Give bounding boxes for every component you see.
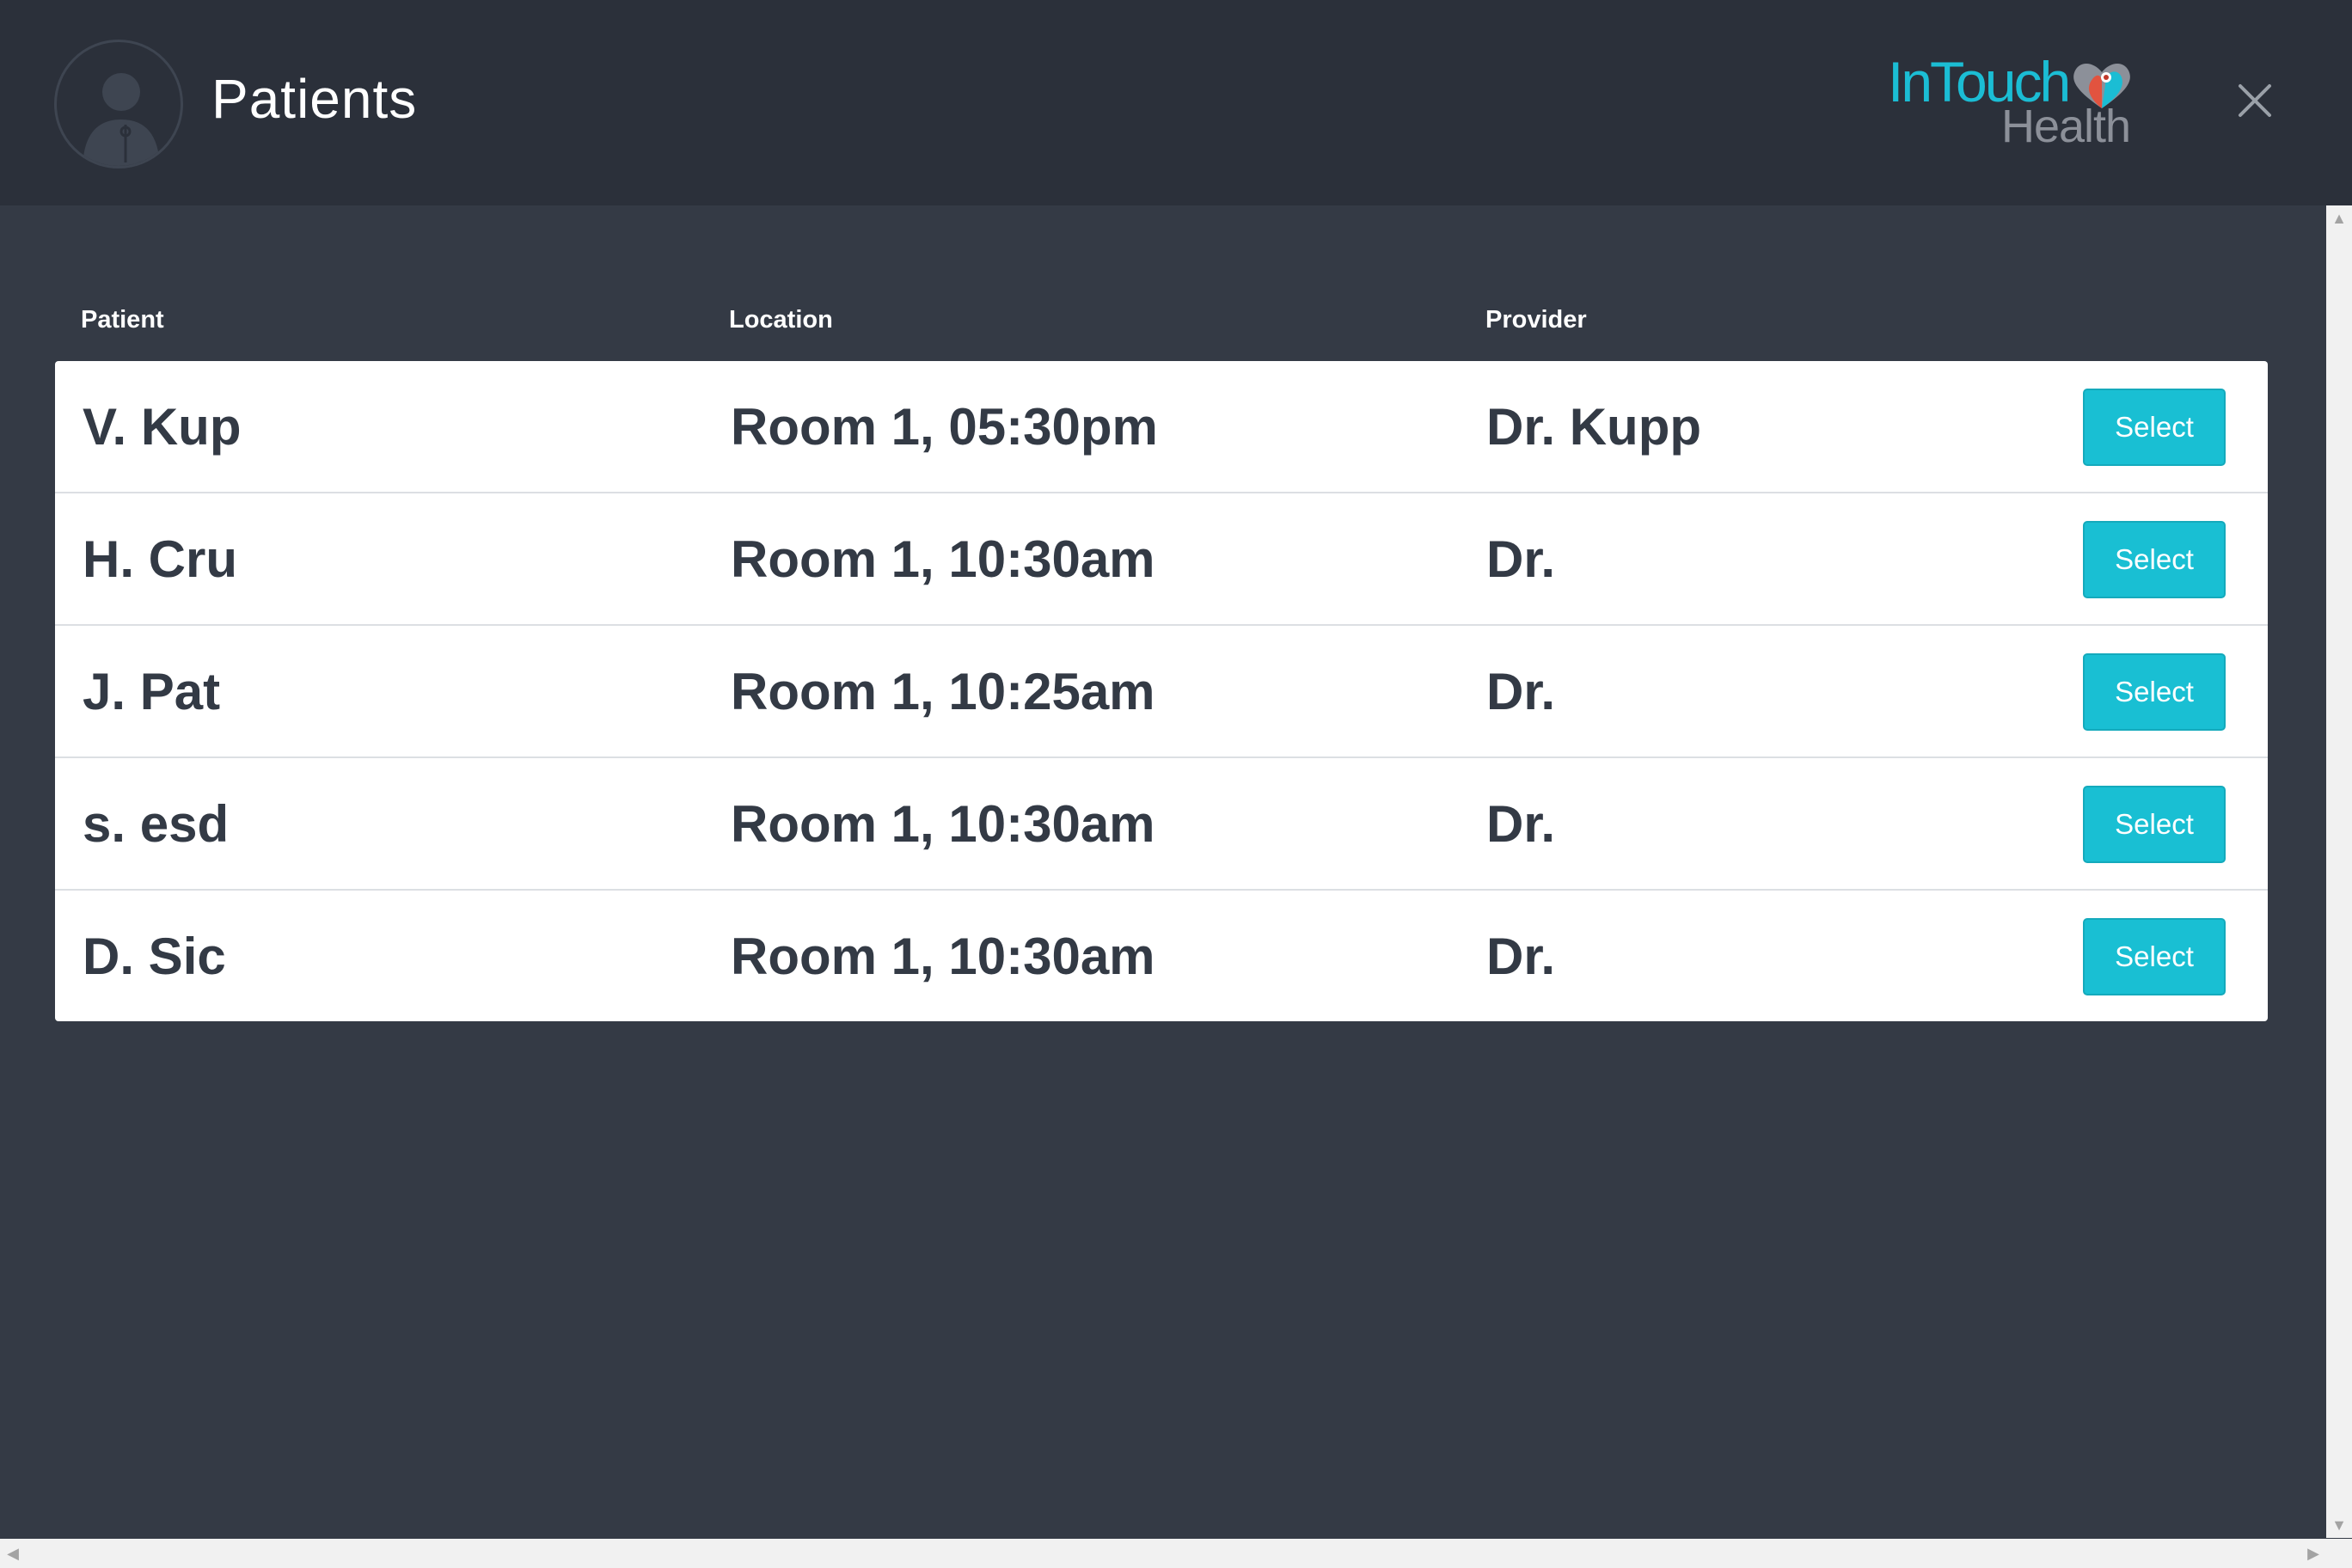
scroll-left-icon[interactable]: ◀ [0,1539,26,1568]
scroll-up-icon[interactable]: ▲ [2326,205,2352,231]
page-title: Patients [211,68,418,130]
select-button[interactable]: Select [2083,786,2226,863]
table-row: D. Sic Room 1, 10:30am Dr. Select [55,891,2268,1021]
patient-location: Room 1, 05:30pm [731,398,1158,456]
select-button[interactable]: Select [2083,653,2226,731]
column-header-provider: Provider [1485,306,1587,334]
patient-provider: Dr. [1486,530,1556,588]
scrollbar-corner [2326,1539,2352,1568]
patient-name: D. Sic [83,928,226,985]
user-avatar-icon [54,40,183,168]
logo-line-2: Health [2001,101,2131,152]
table-row: J. Pat Room 1, 10:25am Dr. Select [55,626,2268,758]
intouch-health-logo: InTouch Health [1888,53,2146,156]
patient-provider: Dr. [1486,795,1556,853]
patient-location: Room 1, 10:25am [731,663,1155,720]
column-header-location: Location [729,306,833,334]
patient-provider: Dr. Kupp [1486,398,1701,456]
select-button[interactable]: Select [2083,389,2226,466]
patients-window: Patients InTouch Health Patient Location… [0,0,2352,1568]
patient-provider: Dr. [1486,663,1556,720]
scroll-down-icon[interactable]: ▼ [2326,1512,2352,1538]
close-icon[interactable] [2233,79,2276,122]
patient-name: H. Cru [83,530,237,588]
select-button[interactable]: Select [2083,918,2226,995]
column-header-patient: Patient [81,306,164,334]
scroll-right-icon[interactable]: ▶ [2300,1539,2326,1568]
patients-table: V. Kup Room 1, 05:30pm Dr. Kupp Select H… [55,361,2268,1021]
vertical-scrollbar[interactable]: ▲ ▼ [2326,205,2352,1538]
patient-location: Room 1, 10:30am [731,530,1155,588]
patient-provider: Dr. [1486,928,1556,985]
patient-name: J. Pat [83,663,221,720]
patient-name: s. esd [83,795,230,853]
horizontal-scrollbar[interactable]: ◀ ▶ [0,1539,2326,1568]
select-button[interactable]: Select [2083,521,2226,598]
header-bar: Patients InTouch Health [0,0,2352,205]
table-row: s. esd Room 1, 10:30am Dr. Select [55,758,2268,891]
patient-location: Room 1, 10:30am [731,928,1155,985]
patient-location: Room 1, 10:30am [731,795,1155,853]
table-row: V. Kup Room 1, 05:30pm Dr. Kupp Select [55,361,2268,493]
patient-name: V. Kup [83,398,242,456]
table-row: H. Cru Room 1, 10:30am Dr. Select [55,493,2268,626]
heart-logo-icon [2073,63,2130,108]
